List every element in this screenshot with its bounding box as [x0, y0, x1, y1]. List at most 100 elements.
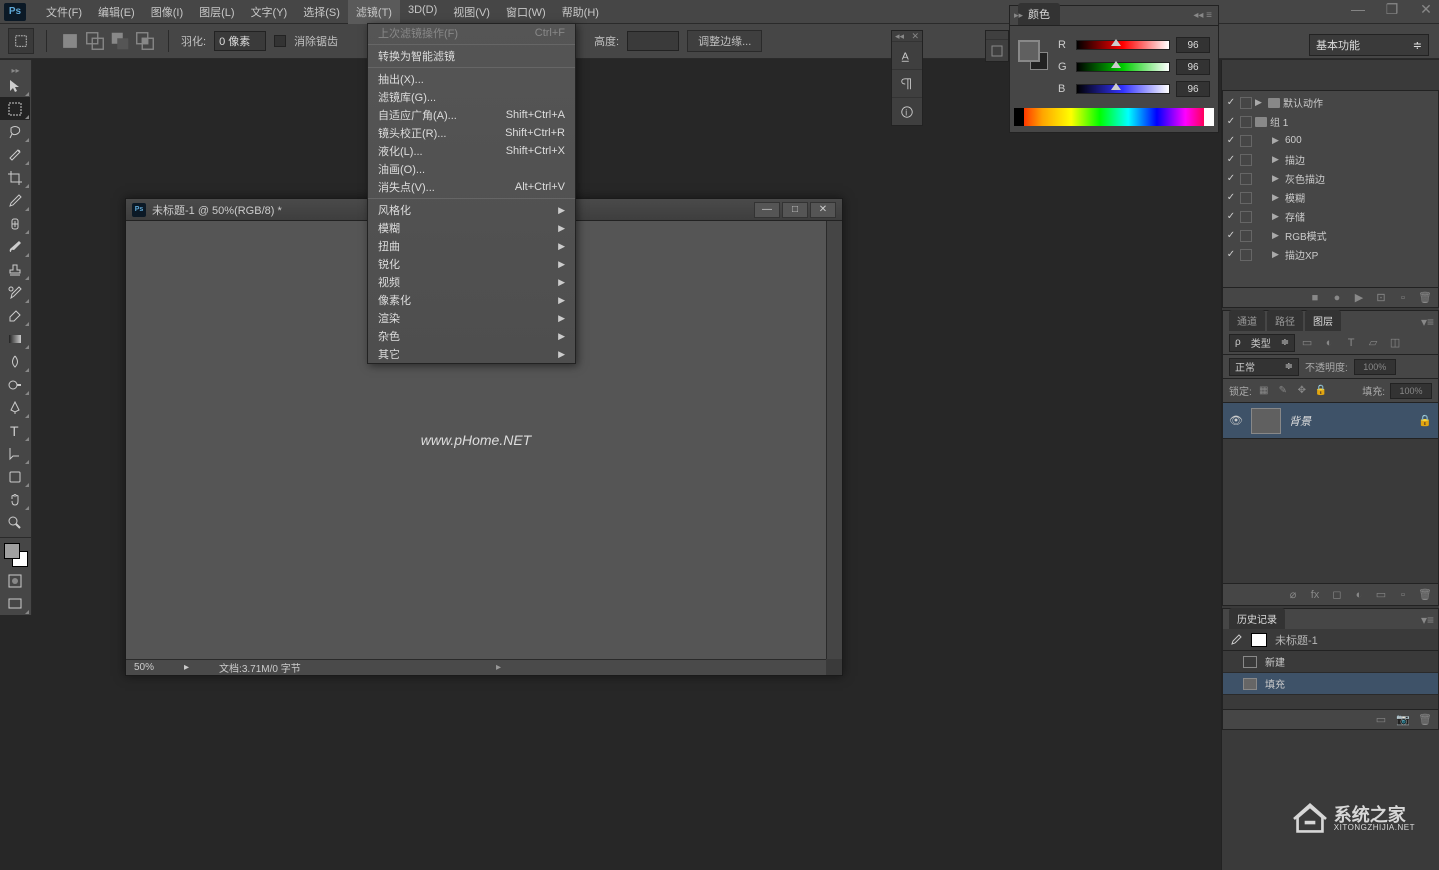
- action-check-icon[interactable]: ✓: [1225, 192, 1237, 204]
- new-folder-icon[interactable]: ⊡: [1374, 291, 1388, 305]
- action-dialog-icon[interactable]: [1240, 230, 1252, 242]
- expand-arrow-icon[interactable]: ▶: [1272, 192, 1282, 203]
- menu-item-6[interactable]: 滤镜(T): [348, 0, 400, 24]
- action-row[interactable]: ✓▶RGB模式: [1223, 226, 1438, 245]
- menu-item-4[interactable]: 文字(Y): [243, 0, 296, 24]
- new-layer-icon[interactable]: ▫: [1396, 588, 1410, 602]
- menu-item-0[interactable]: 文件(F): [38, 0, 90, 24]
- blend-mode-select[interactable]: 正常≑: [1229, 358, 1299, 376]
- selection-new-icon[interactable]: [59, 30, 81, 52]
- action-check-icon[interactable]: ✓: [1225, 230, 1237, 242]
- layers-tab-1[interactable]: 路径: [1267, 310, 1303, 331]
- lock-brush-icon[interactable]: ✎: [1276, 384, 1290, 398]
- filter-menu-item[interactable]: 转换为智能滤镜: [368, 47, 575, 65]
- filter-shape-icon[interactable]: ▱: [1365, 335, 1381, 351]
- action-check-icon[interactable]: ✓: [1225, 211, 1237, 223]
- hand-tool[interactable]: [0, 488, 30, 511]
- stamp-tool[interactable]: [0, 258, 30, 281]
- expand-arrow-icon[interactable]: ▶: [1272, 135, 1282, 146]
- b-slider[interactable]: [1076, 84, 1170, 94]
- snapshot-thumb[interactable]: [1251, 633, 1267, 647]
- action-dialog-icon[interactable]: [1240, 116, 1252, 128]
- filter-image-icon[interactable]: ▭: [1299, 335, 1315, 351]
- action-dialog-icon[interactable]: [1240, 173, 1252, 185]
- color-spectrum[interactable]: [1014, 108, 1214, 126]
- action-row[interactable]: ✓▶描边: [1223, 150, 1438, 169]
- action-row[interactable]: ✓▶描边XP: [1223, 245, 1438, 264]
- antialias-checkbox[interactable]: [274, 35, 286, 47]
- action-dialog-icon[interactable]: [1240, 97, 1252, 109]
- action-check-icon[interactable]: ✓: [1225, 173, 1237, 185]
- color-swatch[interactable]: [2, 541, 30, 567]
- expand-arrow-icon[interactable]: ▶: [1272, 211, 1282, 222]
- color-swatch-pair[interactable]: [1018, 40, 1048, 70]
- action-row[interactable]: ✓▶默认动作: [1223, 93, 1438, 112]
- action-dialog-icon[interactable]: [1240, 211, 1252, 223]
- action-row[interactable]: ✓▶存储: [1223, 207, 1438, 226]
- group-icon[interactable]: ▭: [1374, 588, 1388, 602]
- window-minimize-button[interactable]: —: [1349, 2, 1367, 16]
- filter-menu-item[interactable]: 杂色▶: [368, 327, 575, 345]
- blur-tool[interactable]: [0, 350, 30, 373]
- action-dialog-icon[interactable]: [1240, 249, 1252, 261]
- scroll-arrow-icon[interactable]: ▸: [496, 662, 501, 673]
- filter-menu-item[interactable]: 液化(L)...Shift+Ctrl+X: [368, 142, 575, 160]
- menu-item-3[interactable]: 图层(L): [191, 0, 242, 24]
- filter-menu-item[interactable]: 风格化▶: [368, 201, 575, 219]
- filter-menu-item[interactable]: 其它▶: [368, 345, 575, 363]
- workspace-selector[interactable]: 基本功能 ≑: [1309, 34, 1429, 56]
- filter-menu-item[interactable]: 镜头校正(R)...Shift+Ctrl+R: [368, 124, 575, 142]
- expand-arrow-icon[interactable]: ▶: [1272, 249, 1282, 260]
- adjustment-icon[interactable]: ◐: [1352, 588, 1366, 602]
- paragraph-panel-icon[interactable]: [892, 69, 922, 97]
- create-doc-icon[interactable]: ▭: [1374, 713, 1388, 727]
- menu-item-7[interactable]: 3D(D): [400, 0, 445, 24]
- filter-menu-item[interactable]: 模糊▶: [368, 219, 575, 237]
- layer-filter-select[interactable]: ρ类型≑: [1229, 334, 1295, 352]
- filter-smart-icon[interactable]: ◫: [1387, 335, 1403, 351]
- collapsed-panel-2[interactable]: [985, 30, 1009, 62]
- pen-tool[interactable]: [0, 396, 30, 419]
- path-tool[interactable]: [0, 442, 30, 465]
- filter-menu-item[interactable]: 锐化▶: [368, 255, 575, 273]
- filter-menu-item[interactable]: 消失点(V)...Alt+Ctrl+V: [368, 178, 575, 196]
- height-input[interactable]: [627, 31, 679, 51]
- g-slider[interactable]: [1076, 62, 1170, 72]
- menu-item-8[interactable]: 视图(V): [445, 0, 498, 24]
- action-dialog-icon[interactable]: [1240, 154, 1252, 166]
- layer-visibility-icon[interactable]: 👁: [1229, 414, 1243, 428]
- wand-tool[interactable]: [0, 143, 30, 166]
- action-row[interactable]: ✓▶模糊: [1223, 188, 1438, 207]
- lock-position-icon[interactable]: ✥: [1295, 384, 1309, 398]
- screenmode-tool[interactable]: [0, 592, 30, 615]
- selection-subtract-icon[interactable]: [109, 30, 131, 52]
- status-info-icon[interactable]: ▸: [184, 662, 189, 673]
- history-state-row[interactable]: 新建: [1223, 651, 1438, 673]
- panel-menu-icon[interactable]: ▾≡: [1421, 315, 1434, 329]
- action-check-icon[interactable]: ✓: [1225, 135, 1237, 147]
- filter-menu-item[interactable]: 滤镜库(G)...: [368, 88, 575, 106]
- selection-intersect-icon[interactable]: [134, 30, 156, 52]
- opacity-input[interactable]: 100%: [1354, 359, 1396, 375]
- type-panel-icon[interactable]: A: [892, 41, 922, 69]
- layer-name[interactable]: 背景: [1289, 413, 1410, 429]
- fx-icon[interactable]: fx: [1308, 588, 1322, 602]
- action-check-icon[interactable]: ✓: [1225, 97, 1237, 109]
- expand-arrow-icon[interactable]: ▶: [1255, 97, 1265, 108]
- type-tool[interactable]: T: [0, 419, 30, 442]
- action-row[interactable]: ✓▶600: [1223, 131, 1438, 150]
- filter-menu-item[interactable]: 自适应广角(A)...Shift+Ctrl+A: [368, 106, 575, 124]
- crop-tool[interactable]: [0, 166, 30, 189]
- history-tab[interactable]: 历史记录: [1229, 608, 1285, 629]
- panel-menu-icon[interactable]: ▾≡: [1421, 613, 1434, 627]
- move-tool[interactable]: [0, 74, 30, 97]
- filter-adjust-icon[interactable]: ◐: [1321, 335, 1337, 351]
- b-value[interactable]: 96: [1176, 81, 1210, 97]
- new-action-icon[interactable]: ▫: [1396, 291, 1410, 305]
- snapshot-icon[interactable]: 📷: [1396, 713, 1410, 727]
- fill-input[interactable]: 100%: [1390, 383, 1432, 399]
- panel-close-icon[interactable]: ◂◂ ≡: [1193, 10, 1212, 21]
- layers-tab-2[interactable]: 图层: [1305, 310, 1341, 331]
- expand-arrow-icon[interactable]: ▶: [1272, 173, 1282, 184]
- history-brush-tool[interactable]: [0, 281, 30, 304]
